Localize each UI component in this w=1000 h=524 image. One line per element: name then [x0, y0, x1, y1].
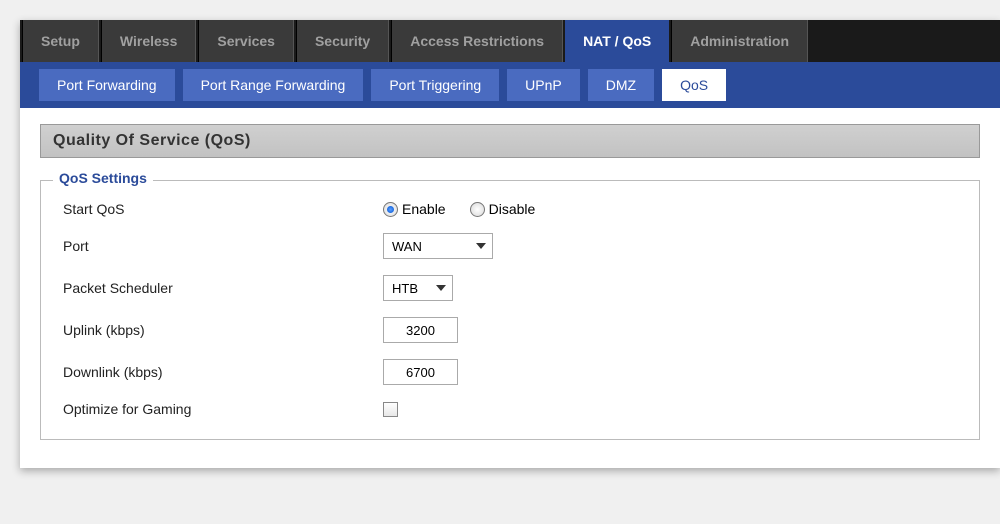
select-port[interactable]: WAN [383, 233, 493, 259]
row-downlink: Downlink (kbps) [63, 359, 957, 385]
row-gaming: Optimize for Gaming [63, 401, 957, 417]
content-area: Quality Of Service (QoS) QoS Settings St… [20, 108, 1000, 468]
label-uplink: Uplink (kbps) [63, 322, 383, 338]
input-downlink[interactable] [383, 359, 458, 385]
subtab-port-triggering[interactable]: Port Triggering [370, 68, 500, 102]
qos-settings-fieldset: QoS Settings Start QoS Enable Disable Po… [40, 180, 980, 440]
select-scheduler-value: HTB [392, 281, 418, 296]
label-port: Port [63, 238, 383, 254]
subtab-qos[interactable]: QoS [661, 68, 727, 102]
row-scheduler: Packet Scheduler HTB [63, 275, 957, 301]
tab-services[interactable]: Services [198, 20, 294, 62]
subtab-port-range-forwarding[interactable]: Port Range Forwarding [182, 68, 365, 102]
label-scheduler: Packet Scheduler [63, 280, 383, 296]
router-admin-panel: Setup Wireless Services Security Access … [20, 20, 1000, 468]
secondary-tabs: Port Forwarding Port Range Forwarding Po… [20, 62, 1000, 108]
tab-administration[interactable]: Administration [671, 20, 808, 62]
section-title: Quality Of Service (QoS) [40, 124, 980, 158]
radio-disable-label: Disable [489, 201, 536, 217]
subtab-upnp[interactable]: UPnP [506, 68, 581, 102]
label-start-qos: Start QoS [63, 201, 383, 217]
select-port-value: WAN [392, 239, 422, 254]
tab-nat-qos[interactable]: NAT / QoS [565, 20, 669, 62]
row-uplink: Uplink (kbps) [63, 317, 957, 343]
chevron-down-icon [476, 243, 486, 249]
checkbox-gaming[interactable] [383, 402, 398, 417]
radio-enable[interactable] [383, 202, 398, 217]
radio-enable-label: Enable [402, 201, 446, 217]
tab-security[interactable]: Security [296, 20, 389, 62]
subtab-port-forwarding[interactable]: Port Forwarding [38, 68, 176, 102]
row-port: Port WAN [63, 233, 957, 259]
subtab-dmz[interactable]: DMZ [587, 68, 655, 102]
tab-setup[interactable]: Setup [22, 20, 99, 62]
radio-disable[interactable] [470, 202, 485, 217]
tab-wireless[interactable]: Wireless [101, 20, 196, 62]
label-downlink: Downlink (kbps) [63, 364, 383, 380]
fieldset-legend: QoS Settings [53, 170, 153, 186]
input-uplink[interactable] [383, 317, 458, 343]
row-start-qos: Start QoS Enable Disable [63, 201, 957, 217]
label-gaming: Optimize for Gaming [63, 401, 383, 417]
chevron-down-icon [436, 285, 446, 291]
primary-tabs: Setup Wireless Services Security Access … [20, 20, 1000, 62]
tab-access-restrictions[interactable]: Access Restrictions [391, 20, 563, 62]
select-scheduler[interactable]: HTB [383, 275, 453, 301]
